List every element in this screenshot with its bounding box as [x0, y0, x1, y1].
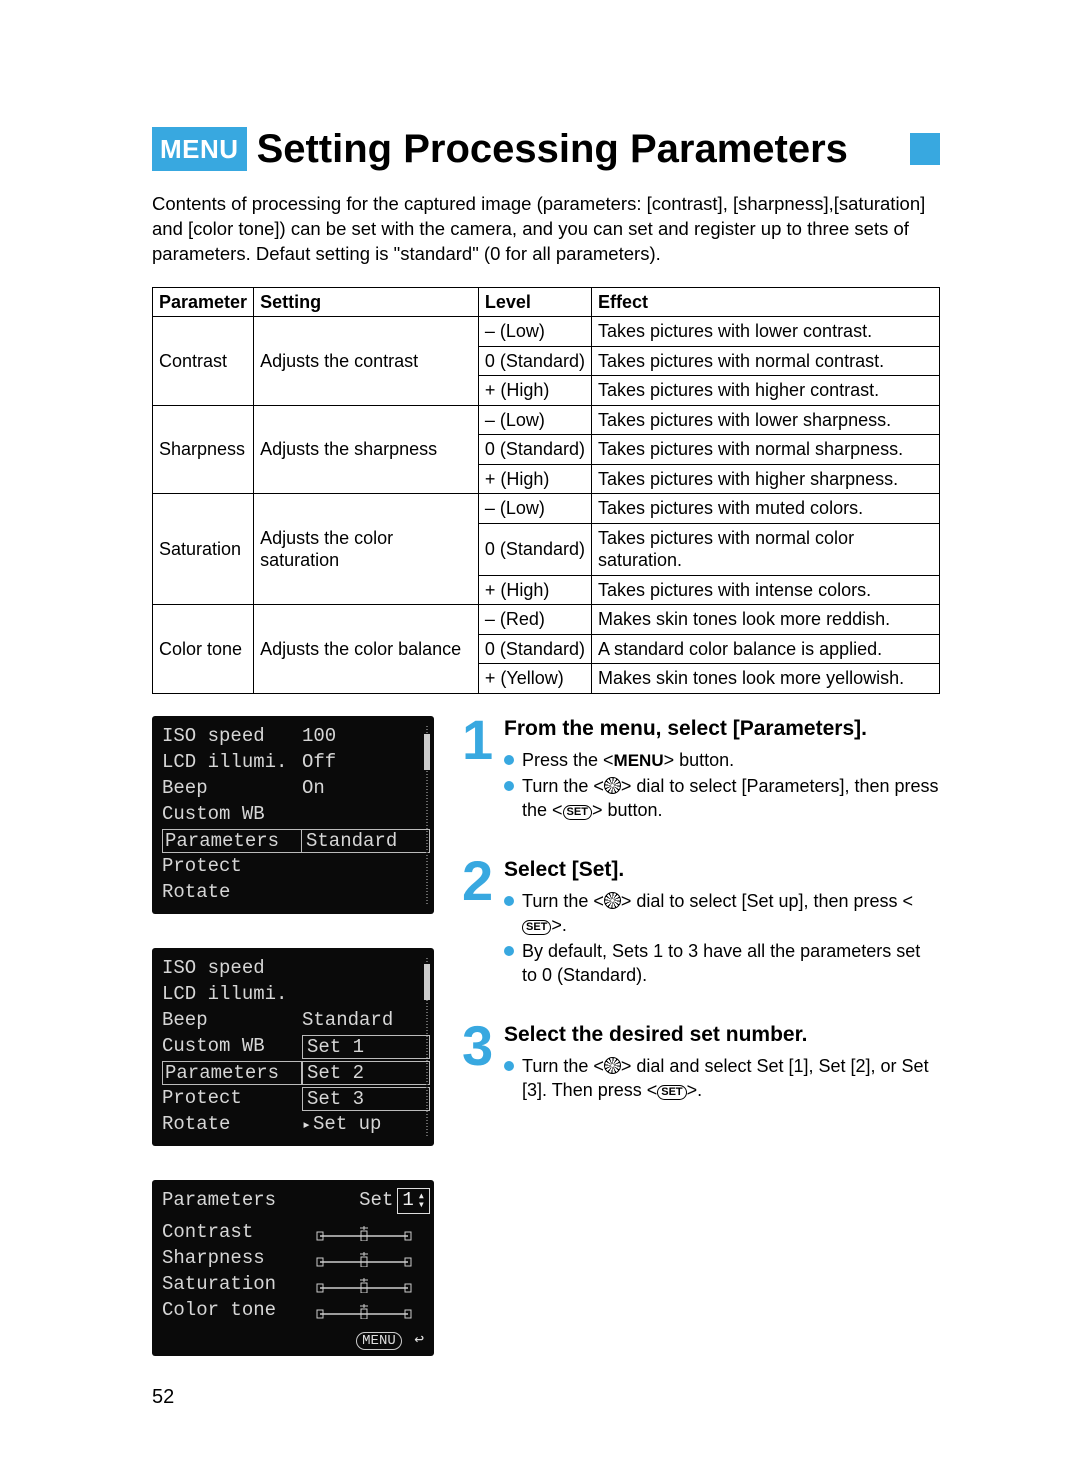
level-cell: – (Low): [478, 494, 591, 524]
effect-cell: Takes pictures with normal color saturat…: [591, 523, 939, 575]
lcd-row: Protect: [162, 854, 430, 880]
lcd-row: BeepStandard: [162, 1008, 430, 1034]
table-row: Color toneAdjusts the color balance– (Re…: [153, 605, 940, 635]
effect-cell: A standard color balance is applied.: [591, 634, 939, 664]
page-title: Setting Processing Parameters: [257, 124, 896, 174]
step-number: 1: [462, 716, 504, 825]
lcd-row: BeepOn: [162, 776, 430, 802]
lcd-row: ISO speed100: [162, 724, 430, 750]
lcd3-slider-row: Sharpness: [162, 1246, 430, 1272]
lcd-screenshot-2: ISO speedLCD illumi.BeepStandardCustom W…: [152, 948, 434, 1146]
instruction-step: 2Select [Set]. Turn the <> dial to select…: [462, 857, 940, 990]
step-bullet: By default, Sets 1 to 3 have all the par…: [504, 940, 940, 987]
effect-cell: Takes pictures with muted colors.: [591, 494, 939, 524]
effect-cell: Makes skin tones look more yellowish.: [591, 664, 939, 694]
lcd-row: LCD illumi.: [162, 982, 430, 1008]
lcd3-slider-row: Color tone: [162, 1298, 430, 1324]
level-cell: 0 (Standard): [478, 435, 591, 465]
parameters-table: ParameterSettingLevelEffect ContrastAdju…: [152, 287, 940, 694]
bullet-dot-icon: [504, 755, 514, 765]
level-cell: + (High): [478, 376, 591, 406]
level-cell: 0 (Standard): [478, 634, 591, 664]
step-bullet: Turn the <> dial and select Set [1], Set…: [504, 1055, 940, 1102]
param-cell: Color tone: [153, 605, 254, 694]
step-bullet: Press the <MENU> button.: [504, 749, 940, 772]
bullet-dot-icon: [504, 896, 514, 906]
step-number: 3: [462, 1022, 504, 1105]
effect-cell: Takes pictures with normal sharpness.: [591, 435, 939, 465]
effect-cell: Takes pictures with lower sharpness.: [591, 405, 939, 435]
instruction-step: 1From the menu, select [Parameters]. Pres…: [462, 716, 940, 825]
param-cell: Contrast: [153, 317, 254, 406]
step-number: 2: [462, 857, 504, 990]
level-cell: – (Low): [478, 405, 591, 435]
step-title: Select [Set].: [504, 857, 940, 882]
level-cell: + (High): [478, 575, 591, 605]
lcd-row: RotateSet up: [162, 1112, 430, 1138]
dial-icon: [604, 1057, 621, 1074]
lcd-row: ParametersSet 2: [162, 1060, 430, 1086]
step-bullet: Turn the <> dial to select [Set up], the…: [504, 890, 940, 937]
lcd3-menu-return: MENU ↩: [162, 1330, 430, 1351]
page-title-row: MENU Setting Processing Parameters: [152, 124, 940, 174]
title-accent-bar: [910, 133, 940, 165]
setting-cell: Adjusts the color saturation: [254, 494, 479, 605]
bullet-dot-icon: [504, 781, 514, 791]
lcd3-slider-row: Contrast: [162, 1220, 430, 1246]
param-cell: Sharpness: [153, 405, 254, 494]
lcd3-title: Parameters: [162, 1189, 359, 1213]
lcd3-slider-row: Saturation: [162, 1272, 430, 1298]
level-cell: – (Low): [478, 317, 591, 347]
table-row: SharpnessAdjusts the sharpness– (Low)Tak…: [153, 405, 940, 435]
table-row: SaturationAdjusts the color saturation– …: [153, 494, 940, 524]
table-header: Setting: [254, 287, 479, 317]
effect-cell: Makes skin tones look more reddish.: [591, 605, 939, 635]
level-cell: 0 (Standard): [478, 523, 591, 575]
lcd-row: LCD illumi.Off: [162, 750, 430, 776]
lcd3-set-label: Set: [359, 1189, 393, 1213]
dial-icon: [604, 892, 621, 909]
bullet-dot-icon: [504, 946, 514, 956]
menu-badge: MENU: [152, 127, 247, 172]
step-title: Select the desired set number.: [504, 1022, 940, 1047]
setting-cell: Adjusts the contrast: [254, 317, 479, 406]
setting-cell: Adjusts the color balance: [254, 605, 479, 694]
set-button-icon: SET: [657, 1085, 686, 1100]
page-number: 52: [152, 1385, 174, 1410]
lcd-screenshot-1: ISO speed100LCD illumi.OffBeepOnCustom W…: [152, 716, 434, 914]
lcd-row: ParametersStandard: [162, 828, 430, 854]
lcd-row: ProtectSet 3: [162, 1086, 430, 1112]
level-cell: 0 (Standard): [478, 346, 591, 376]
effect-cell: Takes pictures with normal contrast.: [591, 346, 939, 376]
table-header: Level: [478, 287, 591, 317]
table-header: Effect: [591, 287, 939, 317]
set-button-icon: SET: [563, 805, 592, 820]
param-cell: Saturation: [153, 494, 254, 605]
lcd3-set-number: 1 ▴▾: [397, 1188, 430, 1214]
lcd-screenshot-3: Parameters Set 1 ▴▾ ContrastSharpnessSat…: [152, 1180, 434, 1356]
intro-paragraph: Contents of processing for the captured …: [152, 192, 940, 267]
bullet-dot-icon: [504, 1061, 514, 1071]
lcd-row: Custom WB: [162, 802, 430, 828]
effect-cell: Takes pictures with higher sharpness.: [591, 464, 939, 494]
effect-cell: Takes pictures with higher contrast.: [591, 376, 939, 406]
table-row: ContrastAdjusts the contrast– (Low)Takes…: [153, 317, 940, 347]
setting-cell: Adjusts the sharpness: [254, 405, 479, 494]
lcd-row: Rotate: [162, 880, 430, 906]
step-bullet: Turn the <> dial to select [Parameters],…: [504, 775, 940, 822]
table-header: Parameter: [153, 287, 254, 317]
instruction-step: 3Select the desired set number. Turn the …: [462, 1022, 940, 1105]
effect-cell: Takes pictures with lower contrast.: [591, 317, 939, 347]
level-cell: – (Red): [478, 605, 591, 635]
set-button-icon: SET: [522, 920, 551, 935]
level-cell: + (High): [478, 464, 591, 494]
step-title: From the menu, select [Parameters].: [504, 716, 940, 741]
dial-icon: [604, 777, 621, 794]
lcd-row: Custom WBSet 1: [162, 1034, 430, 1060]
effect-cell: Takes pictures with intense colors.: [591, 575, 939, 605]
level-cell: + (Yellow): [478, 664, 591, 694]
lcd-row: ISO speed: [162, 956, 430, 982]
